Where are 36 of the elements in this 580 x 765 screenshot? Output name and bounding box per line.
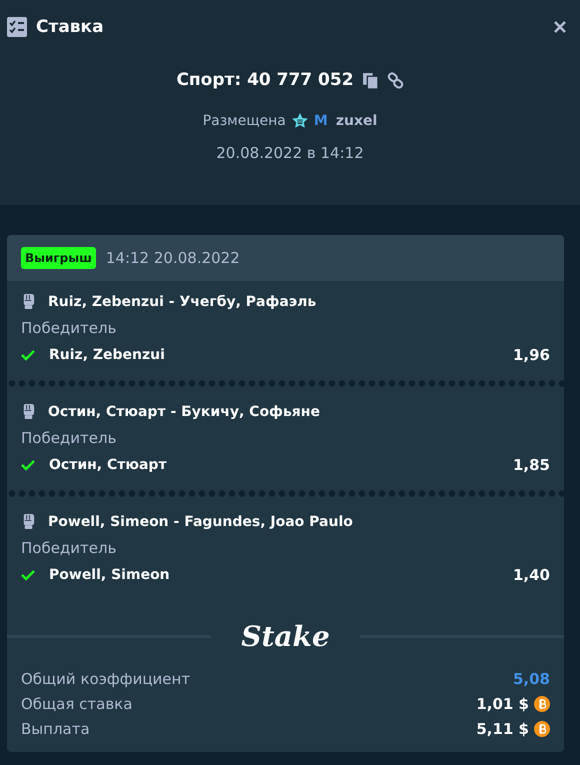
status-badge: Выигрыш	[21, 247, 96, 269]
bet-date: 20.08.2022 в 14:12	[215, 144, 365, 162]
summary-label: Общий коэффициент	[21, 670, 190, 688]
summary-value: 1,01 $	[476, 695, 529, 713]
event-name[interactable]: Остин, Стюарт - Букичу, Софьяне	[48, 404, 320, 420]
summary-value: 5,08	[512, 670, 550, 688]
pick-name: Powell, Simeon	[49, 567, 170, 583]
pick-name: Остин, Стюарт	[49, 457, 167, 473]
window-title: Ставка	[36, 17, 104, 37]
odds-value: 1,96	[512, 346, 550, 364]
bet-time: 14:12 20.08.2022	[106, 249, 240, 267]
odds-value: 1,40	[512, 566, 550, 584]
summary-label: Общая ставка	[21, 695, 132, 713]
glove-icon	[21, 513, 36, 530]
copy-icon[interactable]	[362, 72, 379, 88]
market-name: Победитель	[21, 429, 118, 447]
link-icon[interactable]	[386, 72, 404, 88]
glove-icon	[21, 293, 36, 310]
event-name[interactable]: Powell, Simeon - Fagundes, Joao Paulo	[48, 514, 353, 530]
glove-icon	[21, 403, 36, 420]
bet-id: Спорт: 40 777 052	[176, 70, 354, 90]
placed-label: Размещена	[202, 113, 286, 129]
logo: Stake	[240, 620, 331, 652]
summary-label: Выплата	[21, 720, 90, 738]
rank-label: M	[314, 113, 328, 129]
odds-value: 1,85	[512, 456, 550, 474]
coin-icon	[534, 721, 550, 737]
star-icon	[290, 112, 309, 130]
market-name: Победитель	[21, 539, 118, 557]
market-name: Победитель	[21, 319, 118, 337]
event-name[interactable]: Ruiz, Zebenzui - Учегбу, Рафаэль	[48, 294, 316, 310]
coin-icon	[534, 696, 550, 712]
username[interactable]: zuxel	[336, 113, 378, 129]
summary-value: 5,11 $	[476, 720, 529, 738]
checklist-icon	[7, 17, 27, 37]
pick-name: Ruiz, Zebenzui	[49, 347, 165, 363]
